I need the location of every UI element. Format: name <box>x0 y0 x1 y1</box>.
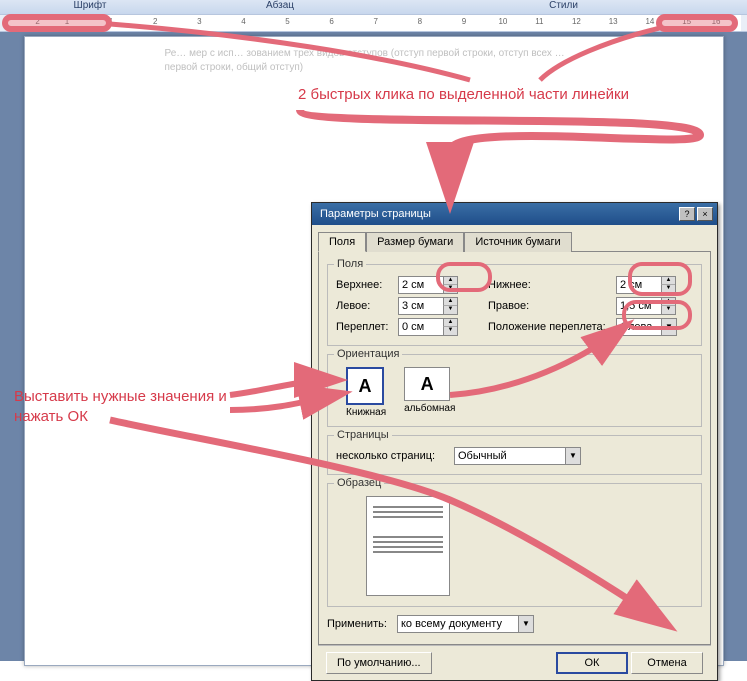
spin-up-icon[interactable]: ▲ <box>661 277 675 285</box>
sample-preview <box>366 496 450 596</box>
label-multiple-pages: несколько страниц: <box>336 450 454 462</box>
group-legend: Поля <box>334 258 366 270</box>
orientation-portrait[interactable]: A Книжная <box>346 367 386 418</box>
gutter-position-value[interactable] <box>617 319 661 335</box>
label-right-margin: Правое: <box>488 300 616 312</box>
ruler-tick: 10 <box>498 17 507 26</box>
horizontal-ruler[interactable]: 2 1 1 2 3 4 5 6 7 8 9 10 11 12 13 14 15 … <box>0 14 747 32</box>
doc-text-line: первой строки, общий отступ) <box>165 61 583 75</box>
spin-down-icon[interactable]: ▼ <box>443 327 457 335</box>
ruler-tick: 1 <box>65 17 69 26</box>
tab-paper-source[interactable]: Источник бумаги <box>464 232 571 252</box>
top-margin-input[interactable] <box>399 277 443 293</box>
spin-up-icon[interactable]: ▲ <box>661 298 675 306</box>
gutter-input[interactable] <box>399 319 443 335</box>
gutter-spinner[interactable]: ▲▼ <box>398 318 458 336</box>
group-sample: Образец <box>327 483 702 607</box>
bottom-margin-input[interactable] <box>617 277 661 293</box>
dialog-title: Параметры страницы <box>316 208 677 220</box>
spin-down-icon[interactable]: ▼ <box>661 306 675 314</box>
label-apply-to: Применить: <box>327 618 397 630</box>
spin-down-icon[interactable]: ▼ <box>661 285 675 293</box>
orientation-landscape[interactable]: A альбомная <box>404 367 455 418</box>
ruler-tick: 8 <box>418 17 422 26</box>
apply-to-value[interactable] <box>398 616 518 632</box>
ribbon-label-paragraph: Абзац <box>180 0 380 14</box>
ruler-tick: 4 <box>241 17 245 26</box>
close-button[interactable]: × <box>697 207 713 221</box>
dialog-tabs: Поля Размер бумаги Источник бумаги <box>318 231 711 251</box>
multiple-pages-value[interactable] <box>455 448 565 464</box>
ribbon-label-font: Шрифт <box>0 0 180 14</box>
ruler-tick: 7 <box>374 17 378 26</box>
tab-panel-margins: Поля Верхнее: ▲▼ Нижнее: ▲▼ Левое: ▲▼ <box>318 251 711 645</box>
bottom-margin-spinner[interactable]: ▲▼ <box>616 276 676 294</box>
ruler-tick: 12 <box>572 17 581 26</box>
help-button[interactable]: ? <box>679 207 695 221</box>
left-margin-input[interactable] <box>399 298 443 314</box>
ruler-tick: 6 <box>329 17 333 26</box>
group-orientation: Ориентация A Книжная A альбомная <box>327 354 702 427</box>
group-legend: Ориентация <box>334 348 402 360</box>
orientation-landscape-label: альбомная <box>404 403 455 414</box>
gutter-position-combo[interactable]: ▼ <box>616 318 677 336</box>
ruler-tick: 13 <box>609 17 618 26</box>
group-margins: Поля Верхнее: ▲▼ Нижнее: ▲▼ Левое: ▲▼ <box>327 264 702 346</box>
top-margin-spinner[interactable]: ▲▼ <box>398 276 458 294</box>
tab-margins[interactable]: Поля <box>318 232 366 252</box>
dropdown-arrow-icon[interactable]: ▼ <box>661 319 676 335</box>
label-gutter-position: Положение переплета: <box>488 321 616 333</box>
label-left-margin: Левое: <box>336 300 398 312</box>
tab-paper-size[interactable]: Размер бумаги <box>366 232 464 252</box>
cancel-button[interactable]: Отмена <box>631 652 703 674</box>
spin-down-icon[interactable]: ▼ <box>443 285 457 293</box>
ruler-tick: 2 <box>153 17 157 26</box>
right-margin-spinner[interactable]: ▲▼ <box>616 297 676 315</box>
label-top-margin: Верхнее: <box>336 279 398 291</box>
multiple-pages-combo[interactable]: ▼ <box>454 447 581 465</box>
ruler-tick: 3 <box>197 17 201 26</box>
group-legend: Страницы <box>334 429 392 441</box>
spin-down-icon[interactable]: ▼ <box>443 306 457 314</box>
left-margin-spinner[interactable]: ▲▼ <box>398 297 458 315</box>
apply-to-combo[interactable]: ▼ <box>397 615 534 633</box>
default-button[interactable]: По умолчанию... <box>326 652 432 674</box>
label-gutter: Переплет: <box>336 321 398 333</box>
ribbon-group-labels: Шрифт Абзац Стили <box>0 0 747 14</box>
ruler-tick: 9 <box>462 17 466 26</box>
ruler-tick: 2 <box>35 17 39 26</box>
orientation-portrait-label: Книжная <box>346 407 386 418</box>
portrait-icon: A <box>346 367 384 405</box>
dropdown-arrow-icon[interactable]: ▼ <box>565 448 580 464</box>
ok-button[interactable]: ОК <box>556 652 628 674</box>
label-bottom-margin: Нижнее: <box>488 279 616 291</box>
ruler-tick: 5 <box>285 17 289 26</box>
dropdown-arrow-icon[interactable]: ▼ <box>518 616 533 632</box>
ribbon-label-styles: Стили <box>380 0 747 14</box>
dialog-titlebar[interactable]: Параметры страницы ? × <box>312 203 717 225</box>
ruler-tick: 16 <box>712 17 721 26</box>
group-legend: Образец <box>334 477 384 489</box>
ruler-tick: 11 <box>535 17 543 26</box>
right-margin-input[interactable] <box>617 298 661 314</box>
ruler-scale[interactable]: 2 1 1 2 3 4 5 6 7 8 9 10 11 12 13 14 15 … <box>6 15 741 31</box>
doc-text-line: Ре… мер с исп… зованием трех видов отсту… <box>165 47 583 61</box>
spin-up-icon[interactable]: ▲ <box>443 298 457 306</box>
spin-up-icon[interactable]: ▲ <box>443 319 457 327</box>
page-setup-dialog: Параметры страницы ? × Поля Размер бумаг… <box>311 202 718 681</box>
spin-up-icon[interactable]: ▲ <box>443 277 457 285</box>
ruler-tick: 14 <box>645 17 654 26</box>
ruler-tick: 1 <box>109 17 113 26</box>
dialog-button-row: По умолчанию... ОК Отмена <box>318 645 711 680</box>
ruler-tick: 15 <box>682 17 691 26</box>
landscape-icon: A <box>404 367 450 401</box>
group-pages: Страницы несколько страниц: ▼ <box>327 435 702 475</box>
